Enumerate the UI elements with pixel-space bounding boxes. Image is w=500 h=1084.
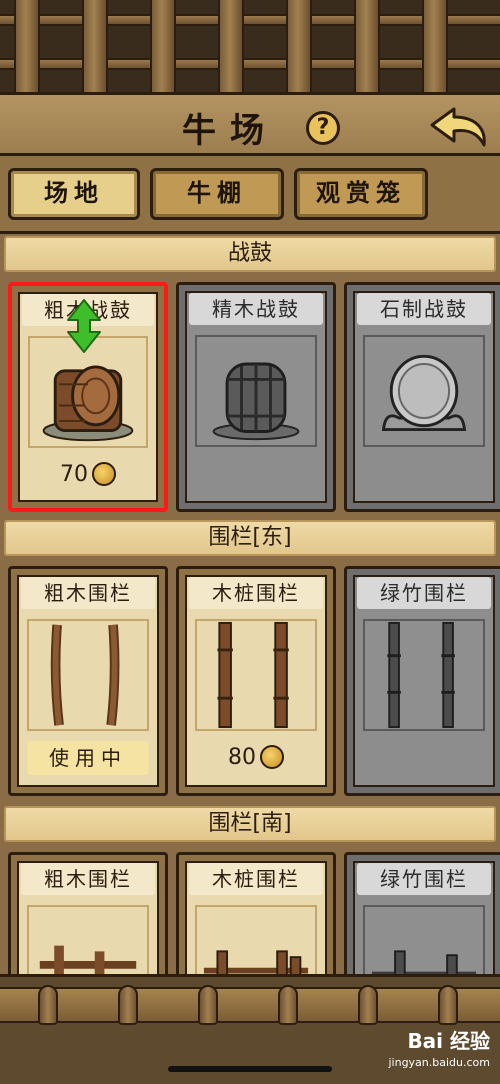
item-name: 粗木围栏 (21, 863, 155, 895)
item-name: 木桩围栏 (189, 863, 323, 895)
upgrade-arrow-icon (67, 299, 101, 353)
bamboo-fence-icon (363, 619, 485, 731)
top-fence-decoration (0, 0, 500, 92)
item-name: 绿竹围栏 (357, 577, 491, 609)
item-name: 粗木围栏 (21, 577, 155, 609)
home-indicator[interactable] (168, 1066, 332, 1072)
tab-display-cage[interactable]: 观赏笼 (294, 168, 428, 220)
tab-venue[interactable]: 场地 (8, 168, 140, 220)
in-use-badge: 使用中 (27, 741, 149, 775)
barrel-drum-icon (195, 335, 317, 447)
shop-list[interactable]: 战鼓 粗木战鼓 70 精木战鼓 (0, 234, 500, 974)
item-card-stake-fence-east[interactable]: 木桩围栏 80 (176, 566, 336, 796)
coin-icon (92, 462, 116, 486)
rough-fence-icon (27, 619, 149, 731)
item-card-stone-drum[interactable]: 石制战鼓 (344, 282, 500, 512)
page-title: 牛场 (182, 111, 278, 151)
item-card-bamboo-fence-south[interactable]: 绿竹围栏 (344, 852, 500, 974)
item-name: 木桩围栏 (189, 577, 323, 609)
section-header-fence-east: 围栏[东] (4, 520, 496, 556)
item-name: 绿竹围栏 (357, 863, 491, 895)
item-name: 石制战鼓 (357, 293, 491, 325)
item-price: 70 (12, 458, 164, 492)
tab-bar: 场地 牛棚 观赏笼 (0, 156, 500, 234)
stone-drum-icon (363, 335, 485, 447)
item-card-rough-wood-fence-east[interactable]: 粗木围栏 使用中 (8, 566, 168, 796)
tab-cowshed[interactable]: 牛棚 (150, 168, 284, 220)
section-header-war-drum: 战鼓 (4, 236, 496, 272)
stake-fence-icon (195, 619, 317, 731)
header-bar: 牛场 ? (0, 92, 500, 156)
item-name: 精木战鼓 (189, 293, 323, 325)
item-card-rough-wood-fence-south[interactable]: 粗木围栏 (8, 852, 168, 974)
rough-fence-icon (27, 905, 149, 974)
item-card-fine-wood-drum[interactable]: 精木战鼓 (176, 282, 336, 512)
coin-icon (260, 745, 284, 769)
item-card-stake-fence-south[interactable]: 木桩围栏 (176, 852, 336, 974)
watermark: Bai 经验 jingyan.baidu.com (388, 1029, 490, 1069)
item-price: 80 (179, 741, 333, 775)
item-card-bamboo-fence-east[interactable]: 绿竹围栏 (344, 566, 500, 796)
bamboo-fence-icon (363, 905, 485, 974)
back-arrow-icon[interactable] (428, 105, 490, 151)
help-icon[interactable]: ? (306, 111, 340, 145)
stake-fence-icon (195, 905, 317, 974)
section-header-fence-south: 围栏[南] (4, 806, 496, 842)
item-card-rough-wood-drum[interactable]: 粗木战鼓 70 (8, 282, 168, 512)
